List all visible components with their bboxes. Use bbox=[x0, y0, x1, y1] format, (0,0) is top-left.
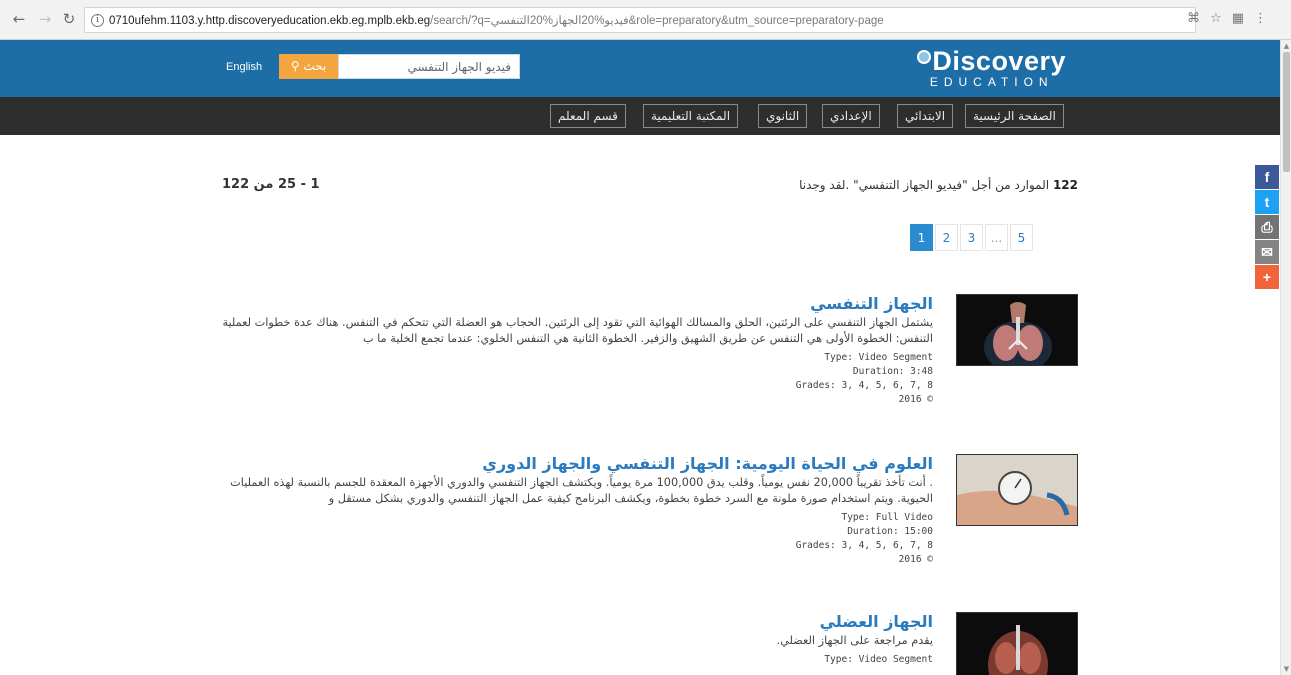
results-count: 122 bbox=[1052, 178, 1078, 192]
twitter-icon[interactable]: t bbox=[1255, 190, 1279, 214]
logo-main-text: Discovery bbox=[932, 46, 1066, 76]
result-title[interactable]: الجهاز العضلي bbox=[221, 612, 933, 632]
result-thumbnail[interactable] bbox=[956, 612, 1078, 675]
forward-arrow-icon[interactable]: → bbox=[36, 10, 54, 28]
search-result: الجهاز العضلي يقدم مراجعة على الجهاز الع… bbox=[223, 612, 1078, 675]
results-summary-text: الموارد من أجل "فيديو الجهاز التنفسي" .ل… bbox=[799, 178, 1050, 192]
share-sidebar: f t ⎙ ✉ + bbox=[1255, 165, 1279, 290]
result-description: . أنت تأخذ تقريباً 20,000 نفس يومياً. وق… bbox=[230, 476, 933, 505]
nav-library[interactable]: المكتبة التعليمية bbox=[643, 104, 739, 128]
nav-home[interactable]: الصفحة الرئيسية bbox=[965, 104, 1064, 128]
info-icon[interactable]: i bbox=[91, 14, 104, 27]
english-link[interactable]: English bbox=[226, 61, 262, 73]
result-description: يقدم مراجعة على الجهاز العضلي. bbox=[776, 634, 933, 647]
page-3[interactable]: 3 bbox=[960, 224, 983, 251]
page-2[interactable]: 2 bbox=[935, 224, 958, 251]
search-result: الجهاز التنفسي يشتمل الجهاز التنفسي على … bbox=[221, 294, 1078, 434]
result-description: يشتمل الجهاز التنفسي على الرئتين، الحلق … bbox=[222, 316, 933, 345]
nav-teacher[interactable]: قسم المعلم bbox=[550, 104, 626, 128]
logo-sub-text: EDUCATION bbox=[929, 75, 1054, 89]
extension-icon[interactable]: ▦ bbox=[1232, 11, 1254, 26]
reload-icon[interactable]: ↻ bbox=[60, 10, 78, 28]
back-arrow-icon[interactable]: ← bbox=[10, 10, 28, 28]
main-navigation: الصفحة الرئيسية الابتدائي الإعدادي الثان… bbox=[0, 97, 1280, 135]
result-grades: Grades: 3, 4, 5, 6, 7, 8 bbox=[795, 540, 933, 551]
search-result: العلوم في الحياة اليومية: الجهاز التنفسي… bbox=[223, 454, 1078, 594]
result-grades: Grades: 3, 4, 5, 6, 7, 8 bbox=[795, 380, 933, 391]
result-duration: Duration: 15:00 bbox=[847, 526, 933, 537]
nav-secondary[interactable]: الثانوي bbox=[758, 104, 808, 128]
result-meta: Type: Video Segment bbox=[221, 653, 933, 667]
more-share-icon[interactable]: + bbox=[1255, 265, 1279, 289]
nav-primary[interactable]: الابتدائي bbox=[897, 104, 954, 128]
email-icon[interactable]: ✉ bbox=[1255, 240, 1279, 264]
result-body: العلوم في الحياة اليومية: الجهاز التنفسي… bbox=[221, 454, 933, 567]
results-range: 1 - 25 من 122 bbox=[222, 177, 320, 192]
print-icon[interactable]: ⎙ bbox=[1255, 215, 1279, 239]
url-text: 0710ufehm.1103.y.http.discoveryeducation… bbox=[109, 15, 884, 27]
result-type: Type: Video Segment bbox=[824, 654, 933, 665]
result-year: 2016 © bbox=[898, 554, 933, 565]
vertical-scrollbar[interactable]: ▲ ▼ bbox=[1280, 40, 1291, 675]
page-1[interactable]: 1 bbox=[910, 224, 933, 251]
result-type: Type: Full Video bbox=[841, 512, 933, 523]
nav-preparatory[interactable]: الإعدادي bbox=[822, 104, 880, 128]
search-button-label: بحث bbox=[303, 59, 327, 73]
result-type: Type: Video Segment bbox=[824, 352, 933, 363]
page-ellipsis: ... bbox=[985, 224, 1008, 251]
result-meta: Type: Video Segment Duration: 3:48 Grade… bbox=[221, 351, 933, 407]
browser-toolbar: ← → ↻ i 0710ufehm.1103.y.http.discoverye… bbox=[0, 0, 1291, 40]
address-bar[interactable]: i 0710ufehm.1103.y.http.discoveryeducati… bbox=[84, 7, 1196, 33]
result-title[interactable]: العلوم في الحياة اليومية: الجهاز التنفسي… bbox=[221, 454, 933, 474]
scroll-thumb[interactable] bbox=[1283, 52, 1290, 172]
search-icon: ⚲ bbox=[290, 59, 300, 73]
search-button[interactable]: ⚲ بحث bbox=[279, 54, 338, 79]
pagination: 1 2 3 ... 5 bbox=[910, 224, 1035, 251]
results-summary: 122 الموارد من أجل "فيديو الجهاز التنفسي… bbox=[799, 178, 1078, 192]
translate-icon[interactable]: ⌘ bbox=[1187, 11, 1210, 26]
search-input[interactable]: فيديو الجهاز التنفسي bbox=[338, 54, 520, 79]
page-5[interactable]: 5 bbox=[1010, 224, 1033, 251]
scroll-up-icon[interactable]: ▲ bbox=[1283, 42, 1290, 50]
result-title[interactable]: الجهاز التنفسي bbox=[221, 294, 933, 314]
result-thumbnail[interactable] bbox=[956, 454, 1078, 526]
star-icon[interactable]: ☆ bbox=[1210, 11, 1232, 26]
menu-icon[interactable]: ⋮ bbox=[1254, 11, 1277, 26]
result-meta: Type: Full Video Duration: 15:00 Grades:… bbox=[221, 511, 933, 567]
discovery-education-logo[interactable]: Discovery EDUCATION bbox=[917, 47, 1066, 89]
result-body: الجهاز التنفسي يشتمل الجهاز التنفسي على … bbox=[221, 294, 933, 407]
result-duration: Duration: 3:48 bbox=[852, 366, 933, 377]
result-body: الجهاز العضلي يقدم مراجعة على الجهاز الع… bbox=[221, 612, 933, 667]
result-year: 2016 © bbox=[898, 394, 933, 405]
facebook-icon[interactable]: f bbox=[1255, 165, 1279, 189]
site-header: English ⚲ بحث فيديو الجهاز التنفسي Disco… bbox=[0, 40, 1280, 97]
result-thumbnail[interactable] bbox=[956, 294, 1078, 366]
scroll-down-icon[interactable]: ▼ bbox=[1283, 665, 1290, 673]
globe-icon bbox=[917, 50, 932, 64]
browser-actions: ⌘☆▦⋮ bbox=[1187, 11, 1277, 26]
